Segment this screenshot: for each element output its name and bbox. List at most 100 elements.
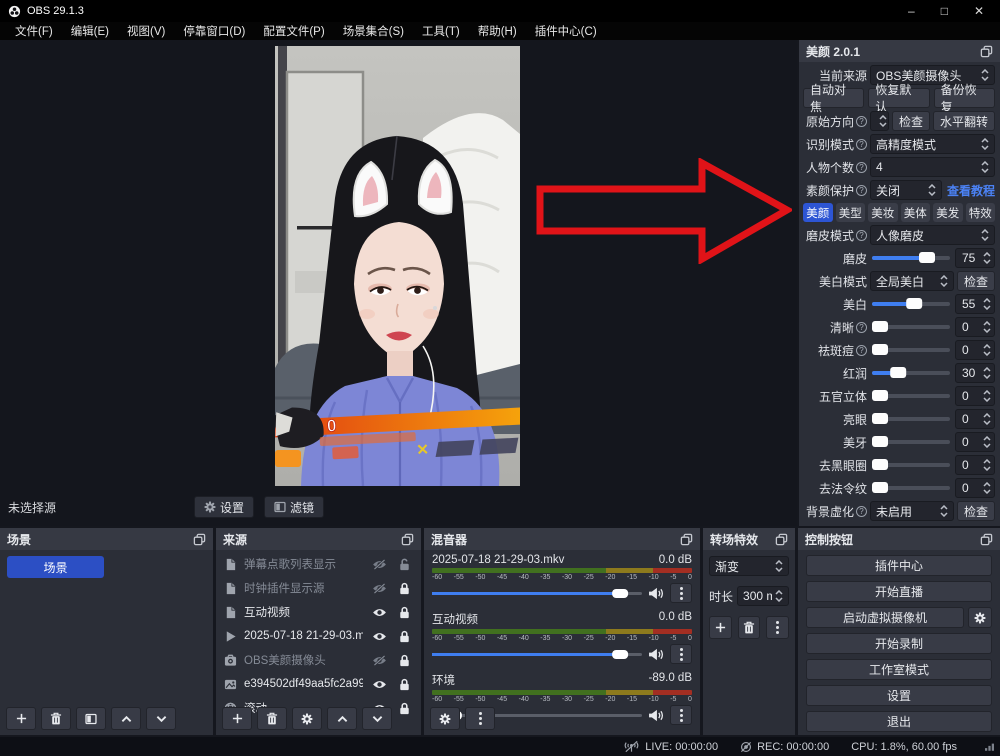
eye-slash-icon[interactable] (370, 583, 388, 594)
menu-help[interactable]: 帮助(H) (469, 23, 526, 39)
menu-view[interactable]: 视图(V) (118, 23, 174, 39)
lock-icon[interactable] (395, 702, 413, 715)
slider-knob[interactable] (891, 367, 907, 378)
restore-defaults-button[interactable]: 恢复默认 (868, 88, 929, 108)
lock-icon[interactable] (395, 582, 413, 595)
tab-makeup[interactable]: 美妆 (868, 203, 898, 222)
source-row[interactable]: e394502df49aa5fc2a99cd2e7c (216, 672, 421, 696)
menu-edit[interactable]: 编辑(E) (62, 23, 118, 39)
features-value-spinbox[interactable]: 0 (955, 386, 995, 406)
slider-knob[interactable] (872, 321, 888, 332)
exit-button[interactable]: 退出 (806, 711, 992, 732)
tab-beauty[interactable]: 美颜 (803, 203, 833, 222)
whiten-value-spinbox[interactable]: 55 (955, 294, 995, 314)
minimize-button[interactable]: – (908, 4, 915, 18)
teeth-value-spinbox[interactable]: 0 (955, 432, 995, 452)
source-row[interactable]: 互动视频 (216, 600, 421, 624)
help-icon[interactable]: ? (856, 139, 867, 150)
advanced-audio-button[interactable] (430, 707, 460, 730)
clarity-slider[interactable] (872, 325, 950, 329)
channel-menu-button[interactable] (670, 705, 692, 725)
popout-icon[interactable] (401, 533, 414, 546)
resize-grip-icon[interactable] (985, 743, 994, 751)
transition-type-select[interactable]: 渐变 (709, 556, 789, 576)
smooth-value-spinbox[interactable]: 75 (955, 248, 995, 268)
nasolabial-slider[interactable] (872, 486, 950, 490)
bareface-select[interactable]: 关闭 (870, 180, 942, 200)
rosy-slider[interactable] (872, 371, 950, 375)
preview-canvas[interactable]: 0 ✕ 未选择源 设置 滤镜 (0, 40, 797, 526)
source-filters-button[interactable]: 滤镜 (264, 496, 324, 518)
speaker-icon[interactable] (648, 587, 664, 600)
scene-filters-button[interactable] (76, 707, 106, 730)
bg-blur-check-button[interactable]: 检查 (957, 501, 995, 521)
dark-circles-value-spinbox[interactable]: 0 (955, 455, 995, 475)
slider-knob[interactable] (872, 436, 888, 447)
scene-item[interactable]: 场景 (7, 556, 104, 578)
help-icon[interactable]: ? (856, 345, 867, 356)
menu-docks[interactable]: 停靠窗口(D) (174, 23, 254, 39)
start-virtual-camera-button[interactable]: 启动虚拟摄像机 (806, 607, 964, 628)
move-source-up-button[interactable] (327, 707, 357, 730)
bg-blur-select[interactable]: 未启用 (870, 501, 954, 521)
tab-hair[interactable]: 美发 (933, 203, 963, 222)
source-row[interactable]: 时钟插件显示源 (216, 576, 421, 600)
popout-icon[interactable] (680, 533, 693, 546)
popout-icon[interactable] (193, 533, 206, 546)
menu-profile[interactable]: 配置文件(P) (254, 23, 333, 39)
maximize-button[interactable]: □ (941, 4, 948, 18)
slider-knob[interactable] (872, 413, 888, 424)
move-scene-up-button[interactable] (111, 707, 141, 730)
eye-icon[interactable] (370, 679, 388, 690)
help-icon[interactable]: ? (856, 506, 867, 517)
lock-open-icon[interactable] (395, 558, 413, 571)
slider-knob[interactable] (872, 390, 888, 401)
smooth-slider[interactable] (872, 256, 950, 260)
tab-effects[interactable]: 特效 (966, 203, 996, 222)
whiten-check-button[interactable]: 检查 (957, 271, 995, 291)
menu-file[interactable]: 文件(F) (6, 23, 62, 39)
remove-transition-button[interactable] (738, 616, 761, 639)
help-icon[interactable]: ? (856, 162, 867, 173)
menu-scene-collection[interactable]: 场景集合(S) (334, 23, 413, 39)
blemish-value-spinbox[interactable]: 0 (955, 340, 995, 360)
help-icon[interactable]: ? (856, 116, 867, 127)
slider-knob[interactable] (906, 298, 922, 309)
speaker-icon[interactable] (648, 648, 664, 661)
move-source-down-button[interactable] (362, 707, 392, 730)
source-row[interactable]: OBS美颜摄像头 (216, 648, 421, 672)
help-icon[interactable]: ? (856, 185, 867, 196)
popout-icon[interactable] (775, 533, 788, 546)
duration-spinbox[interactable]: 300 ms (737, 586, 789, 606)
remove-scene-button[interactable] (41, 707, 71, 730)
help-icon[interactable]: ? (856, 230, 867, 241)
channel-menu-button[interactable] (670, 644, 692, 664)
channel-menu-button[interactable] (670, 583, 692, 603)
volume-knob[interactable] (612, 650, 628, 659)
source-row[interactable]: 弹幕点歌列表显示 (216, 552, 421, 576)
blemish-slider[interactable] (872, 348, 950, 352)
popout-icon[interactable] (980, 533, 993, 546)
volume-slider[interactable] (432, 653, 642, 656)
bright-eyes-value-spinbox[interactable]: 0 (955, 409, 995, 429)
clarity-value-spinbox[interactable]: 0 (955, 317, 995, 337)
tutorial-link[interactable]: 查看教程 (947, 182, 995, 199)
dark-circles-slider[interactable] (872, 463, 950, 467)
help-icon[interactable]: ? (856, 322, 867, 333)
source-row[interactable]: 2025-07-18 21-29-03.mkv (216, 624, 421, 648)
lock-icon[interactable] (395, 606, 413, 619)
add-scene-button[interactable] (6, 707, 36, 730)
virtual-camera-config-button[interactable] (968, 607, 992, 628)
backup-restore-button[interactable]: 备份恢复 (934, 88, 995, 108)
menu-tools[interactable]: 工具(T) (413, 23, 469, 39)
start-recording-button[interactable]: 开始录制 (806, 633, 992, 654)
source-properties-button[interactable]: 设置 (194, 496, 254, 518)
speaker-icon[interactable] (648, 709, 664, 722)
tab-reshape[interactable]: 美型 (836, 203, 866, 222)
whiten-mode-select[interactable]: 全局美白 (870, 271, 954, 291)
start-streaming-button[interactable]: 开始直播 (806, 581, 992, 602)
tab-body[interactable]: 美体 (901, 203, 931, 222)
smooth-mode-select[interactable]: 人像磨皮 (870, 225, 995, 245)
orientation-select[interactable]: 上 (870, 111, 889, 131)
eye-slash-icon[interactable] (370, 559, 388, 570)
